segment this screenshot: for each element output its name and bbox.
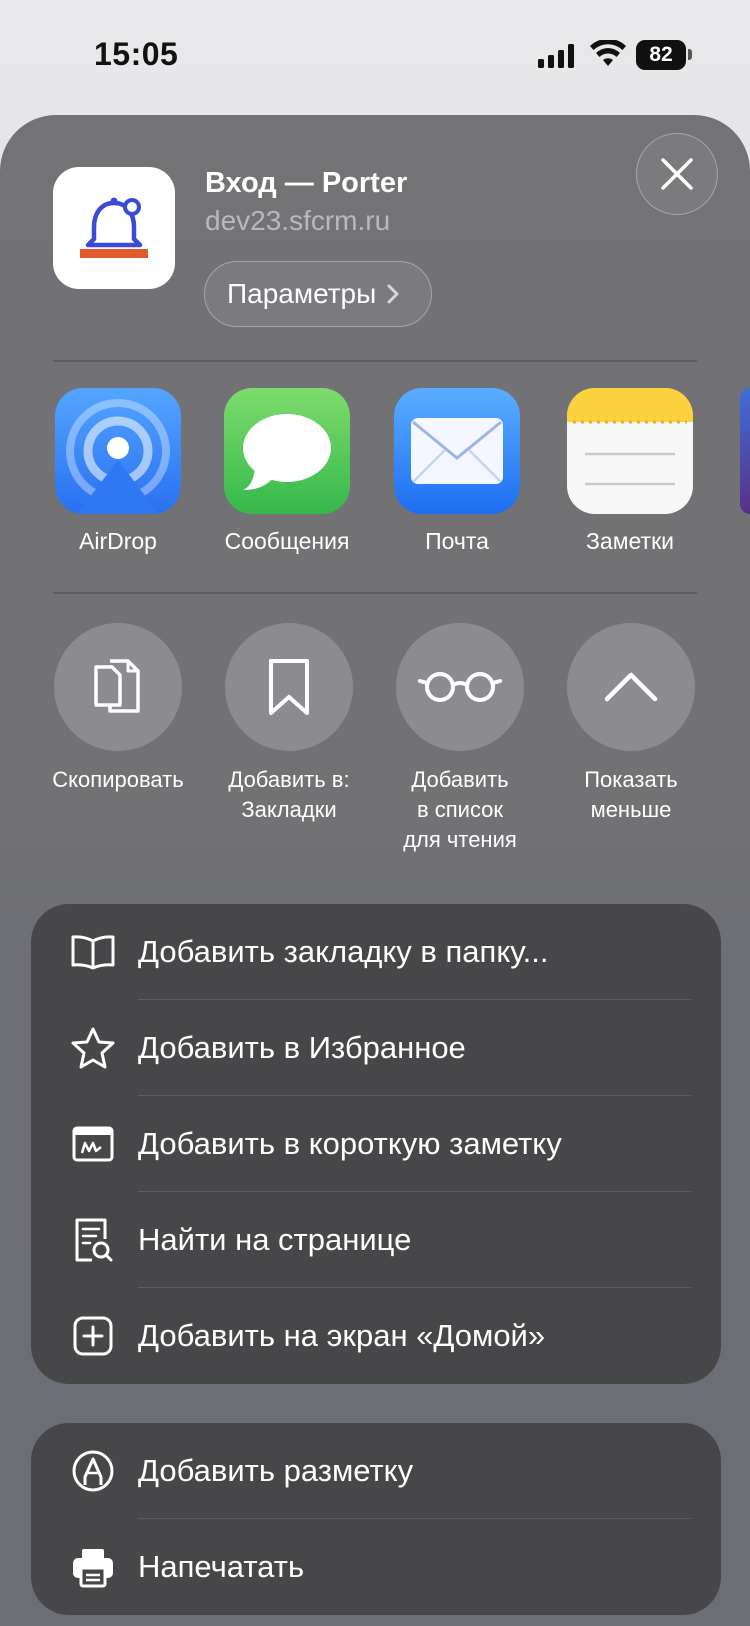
action-label-line: для чтения	[403, 827, 517, 852]
divider	[53, 592, 697, 594]
menu-item-markup[interactable]: Добавить разметку	[31, 1423, 721, 1519]
book-icon	[69, 928, 117, 976]
share-app-label: Заметки	[586, 528, 674, 554]
action-copy[interactable]: Скопировать	[32, 623, 204, 795]
star-icon	[69, 1024, 117, 1072]
site-app-icon	[53, 167, 175, 289]
mail-icon	[394, 388, 520, 514]
menu-item-label: Добавить закладку в папку...	[138, 934, 549, 969]
action-label-line: Показать	[584, 767, 678, 792]
app-share-row: AirDrop Сообщения Почта Заметки	[0, 388, 750, 554]
action-label-line: меньше	[590, 797, 672, 822]
airdrop-icon	[55, 388, 181, 514]
bell-icon	[80, 197, 148, 258]
action-label: Скопировать	[32, 765, 204, 795]
action-circle	[54, 623, 182, 751]
messages-icon	[224, 388, 350, 514]
action-reading-list[interactable]: Добавить в список для чтения	[374, 623, 546, 855]
notes-icon	[567, 388, 693, 514]
share-sheet: Вход — Porter dev23.sfcrm.ru Параметры A…	[0, 115, 750, 1626]
page-url: dev23.sfcrm.ru	[205, 205, 391, 236]
status-time: 15:05	[94, 36, 179, 72]
menu-group-primary: Добавить закладку в папку... Добавить в …	[31, 904, 721, 1384]
quick-note-icon	[69, 1120, 117, 1168]
action-label-line: Добавить	[411, 767, 509, 792]
menu-item-add-bookmark-folder[interactable]: Добавить закладку в папку...	[31, 904, 721, 1000]
status-bar: 15:05 82	[0, 0, 750, 110]
bookmark-icon	[269, 659, 309, 715]
action-label-line: Закладки	[241, 797, 337, 822]
action-circle	[396, 623, 524, 751]
action-label: Добавить в список для чтения	[374, 765, 546, 855]
divider	[53, 360, 697, 362]
markup-pen-icon	[69, 1447, 117, 1495]
share-app-label: Почта	[425, 528, 489, 554]
menu-item-add-home-screen[interactable]: Добавить на экран «Домой»	[31, 1288, 721, 1384]
chevron-right-icon	[387, 284, 399, 304]
menu-item-label: Добавить в Избранное	[138, 1030, 466, 1065]
menu-group-secondary: Добавить разметку Напечатать	[31, 1423, 721, 1615]
copy-icon	[94, 659, 140, 713]
share-app-notes[interactable]: Заметки	[544, 388, 716, 555]
action-label-line: Добавить в:	[228, 767, 350, 792]
battery-cap	[688, 49, 692, 60]
menu-item-label: Добавить разметку	[138, 1453, 414, 1488]
action-label-line: Скопировать	[52, 767, 184, 792]
action-circle	[225, 623, 353, 751]
page-title: Вход — Porter	[205, 167, 408, 199]
reading-glasses-icon	[418, 672, 502, 702]
share-app-label: AirDrop	[79, 528, 157, 554]
wifi-icon	[590, 40, 626, 66]
action-circle	[567, 623, 695, 751]
action-show-less[interactable]: Показать меньше	[545, 623, 717, 825]
close-icon	[661, 158, 693, 190]
menu-item-label: Добавить в короткую заметку	[138, 1126, 562, 1161]
menu-item-add-favorites[interactable]: Добавить в Избранное	[31, 1000, 721, 1096]
menu-item-label: Добавить на экран «Домой»	[138, 1318, 546, 1353]
action-add-bookmark[interactable]: Добавить в: Закладки	[203, 623, 375, 825]
close-button[interactable]	[636, 133, 718, 215]
action-label: Показать меньше	[545, 765, 717, 825]
cellular-signal-icon	[538, 44, 574, 68]
options-button-label: Параметры	[227, 278, 377, 309]
menu-item-find-on-page[interactable]: Найти на странице	[31, 1192, 721, 1288]
action-label-line: в список	[416, 797, 504, 822]
share-app-mail[interactable]: Почта	[371, 388, 543, 555]
menu-item-print[interactable]: Напечатать	[31, 1519, 721, 1615]
add-square-icon	[69, 1312, 117, 1360]
options-button[interactable]: Параметры	[204, 261, 432, 327]
share-app-messages[interactable]: Сообщения	[201, 388, 373, 555]
menu-item-quick-note[interactable]: Добавить в короткую заметку	[31, 1096, 721, 1192]
find-on-page-icon	[69, 1216, 117, 1264]
printer-icon	[69, 1543, 117, 1591]
share-app-airdrop[interactable]: AirDrop	[32, 388, 204, 555]
menu-item-label: Найти на странице	[138, 1222, 412, 1257]
chevron-up-icon	[604, 672, 658, 702]
battery-indicator: 82	[636, 40, 686, 70]
share-app-label: Сообщения	[224, 528, 350, 554]
action-label: Добавить в: Закладки	[203, 765, 375, 825]
next-app-peek[interactable]	[740, 388, 750, 514]
menu-item-label: Напечатать	[138, 1549, 305, 1584]
